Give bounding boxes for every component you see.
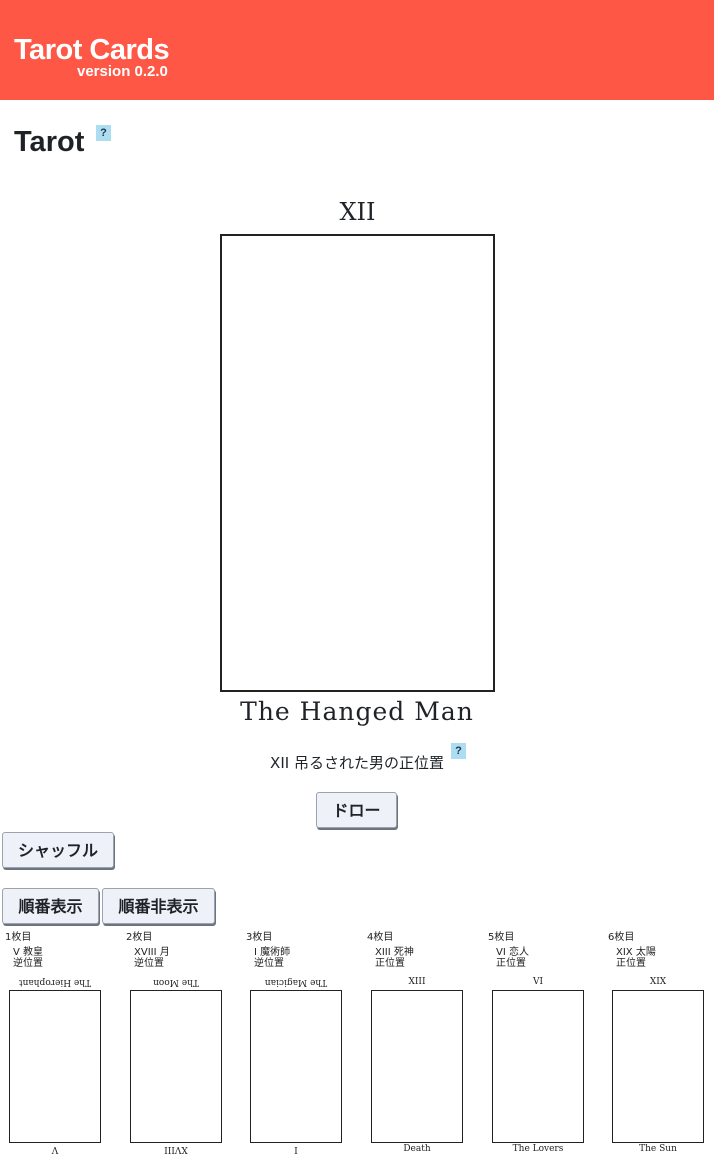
card-orientation: 逆位置 [134,958,164,969]
draw-button[interactable]: ドロー [316,792,397,828]
card-bottom-label: The Sun [639,1144,677,1154]
shuffle-button[interactable]: シャッフル [2,832,114,868]
card-top-label: The Moon [153,977,199,987]
card-ordinal: 2枚目 [126,932,153,943]
app-header: Tarot Cards version 0.2.0 [0,0,714,100]
card-ordinal: 4枚目 [367,932,394,943]
spread-card-5: 5枚目 VI 恋人 正位置 VI The Lovers [488,928,608,1156]
drawn-card-numeral: XII [339,198,376,226]
card-orientation: 逆位置 [254,958,284,969]
page-title: Tarot [14,126,85,158]
card-orientation: 正位置 [616,958,646,969]
card-top-label: XIII [408,977,426,987]
card-bottom-label: The Lovers [512,1144,564,1154]
card-orientation: 逆位置 [13,958,43,969]
card-top-label: The Hierophant [18,977,92,987]
card-ordinal: 1枚目 [5,932,32,943]
app-version: version 0.2.0 [77,63,168,80]
card-bottom-label: XVIII [164,1144,188,1154]
card-orientation: 正位置 [496,958,526,969]
draw-result-text: XII 吊るされた男の正位置 [270,754,444,772]
spread-card-4: 4枚目 XIII 死神 正位置 XIII Death [367,928,487,1156]
card-top-label: VI [532,977,544,987]
drawn-card-name: The Hanged Man [240,697,474,726]
hide-order-button[interactable]: 順番非表示 [102,888,215,924]
card-orientation: 正位置 [375,958,405,969]
spread-card-3: 3枚目 I 魔術師 逆位置 The Magician I [246,928,366,1156]
drawn-card-image [220,234,495,692]
card-image [250,990,342,1143]
card-bottom-label: V [51,1144,59,1154]
show-order-button[interactable]: 順番表示 [2,888,99,924]
card-bottom-label: I [294,1144,298,1154]
card-ordinal: 3枚目 [246,932,273,943]
card-image [130,990,222,1143]
spread-card-2: 2枚目 XVIII 月 逆位置 The Moon XVIII [126,928,246,1156]
card-image [612,990,704,1143]
result-help-icon[interactable]: ? [451,743,466,759]
card-ordinal: 6枚目 [608,932,635,943]
card-image [9,990,101,1143]
spread-card-1: 1枚目 V 教皇 逆位置 The Hierophant V [5,928,125,1156]
spread-card-6: 6枚目 XIX 太陽 正位置 XIX The Sun [608,928,714,1156]
card-image [492,990,584,1143]
card-bottom-label: Death [403,1144,431,1154]
help-icon[interactable]: ? [96,125,111,141]
card-ordinal: 5枚目 [488,932,515,943]
card-top-label: XIX [649,977,667,987]
card-top-label: The Magician [264,977,328,987]
card-image [371,990,463,1143]
